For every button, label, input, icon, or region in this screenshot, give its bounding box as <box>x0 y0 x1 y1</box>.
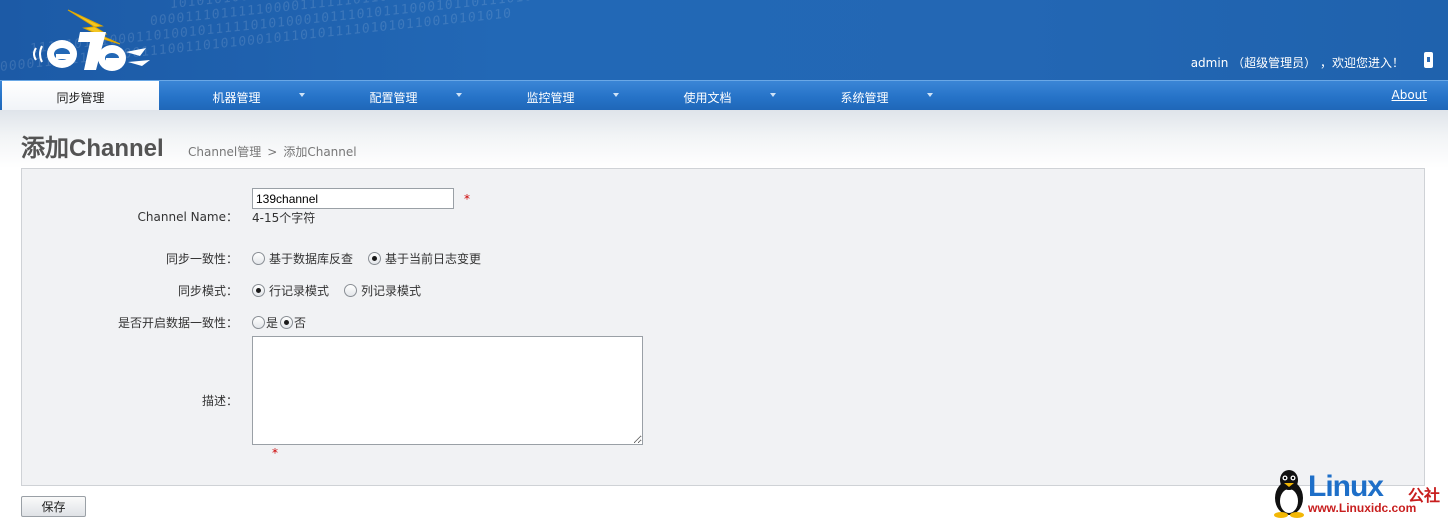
nav-label: 同步管理 <box>56 91 105 105</box>
nav-item-sync-management[interactable]: 同步管理 <box>2 81 159 110</box>
nav-item-docs[interactable]: 使用文档 <box>629 81 786 110</box>
radio-column-mode[interactable] <box>344 284 358 297</box>
page-header: 添加Channel Channel管理 > 添加Channel <box>0 110 1448 168</box>
radio-no[interactable] <box>280 316 294 329</box>
radio-label[interactable]: 基于数据库反查 <box>269 250 353 267</box>
nav-label: 系统管理 <box>840 91 889 105</box>
add-channel-form: Channel Name： * 4-15个字符 同步一致性： 基于数据库反查 基… <box>21 168 1425 486</box>
welcome-text: ，欢迎您进入！ <box>1319 56 1404 70</box>
data-consistency-options: 是 否 <box>252 314 306 331</box>
radio-label[interactable]: 行记录模式 <box>269 282 329 299</box>
user-welcome: admin （超级管理员） ，欢迎您进入！ <box>1191 54 1404 71</box>
nav-label: 监控管理 <box>526 91 575 105</box>
breadcrumb: Channel管理 > 添加Channel <box>188 143 357 160</box>
chevron-down-icon <box>927 93 933 97</box>
watermark-url: www.Linuxidc.com <box>1308 501 1417 515</box>
nav-item-config-management[interactable]: 配置管理 <box>315 81 472 110</box>
channel-name-input[interactable] <box>252 188 454 209</box>
chevron-down-icon <box>613 93 619 97</box>
chevron-down-icon <box>299 93 305 97</box>
user-role: （超级管理员） <box>1232 56 1317 70</box>
linuxidc-watermark: Linux 公社 www.Linuxidc.com <box>1272 466 1448 518</box>
breadcrumb-parent[interactable]: Channel管理 <box>188 145 261 159</box>
nav-label: 配置管理 <box>369 91 418 105</box>
sync-consistency-label: 同步一致性： <box>165 252 238 266</box>
radio-row-mode[interactable] <box>252 284 265 297</box>
about-link[interactable]: About <box>1392 88 1427 102</box>
radio-label[interactable]: 列记录模式 <box>361 282 421 299</box>
nav-item-monitor-management[interactable]: 监控管理 <box>472 81 629 110</box>
breadcrumb-current: 添加Channel <box>283 145 357 159</box>
data-consistency-label: 是否开启数据一致性： <box>117 316 238 330</box>
description-textarea[interactable] <box>252 336 643 445</box>
nav-item-machine-management[interactable]: 机器管理 <box>158 81 315 110</box>
top-banner: 0011001011011110001010110101100110101001… <box>0 0 1448 80</box>
tux-penguin-icon <box>1274 470 1304 518</box>
ete-logo[interactable] <box>22 4 162 80</box>
sync-mode-options: 行记录模式 列记录模式 <box>252 282 421 299</box>
nav-label: 机器管理 <box>212 91 261 105</box>
sync-consistency-options: 基于数据库反查 基于当前日志变更 <box>252 250 481 267</box>
breadcrumb-separator: > <box>267 145 278 159</box>
channel-name-label: Channel Name： <box>137 210 238 224</box>
required-mark: * <box>464 192 470 206</box>
radio-yes[interactable] <box>252 316 265 329</box>
page-title: 添加Channel <box>21 135 164 162</box>
save-button[interactable]: 保存 <box>21 496 86 517</box>
logout-icon[interactable] <box>1424 52 1433 68</box>
radio-label[interactable]: 是 <box>266 314 278 331</box>
watermark-brand: Linux <box>1308 470 1384 503</box>
description-label: 描述： <box>201 394 238 408</box>
chevron-down-icon <box>770 93 776 97</box>
sync-mode-label: 同步模式： <box>177 284 238 298</box>
radio-db-reverse-check[interactable] <box>252 252 265 265</box>
nav-item-system-management[interactable]: 系统管理 <box>786 81 943 110</box>
channel-name-hint: 4-15个字符 <box>252 211 316 225</box>
radio-label[interactable]: 否 <box>294 314 306 331</box>
chevron-down-icon <box>456 93 462 97</box>
main-nav: 同步管理 机器管理 配置管理 监控管理 使用文档 系统管理 About <box>0 80 1448 110</box>
username: admin <box>1190 56 1229 70</box>
required-mark: * <box>272 446 278 460</box>
radio-label[interactable]: 基于当前日志变更 <box>385 250 481 267</box>
nav-label: 使用文档 <box>683 91 732 105</box>
radio-current-log-change[interactable] <box>368 252 382 265</box>
